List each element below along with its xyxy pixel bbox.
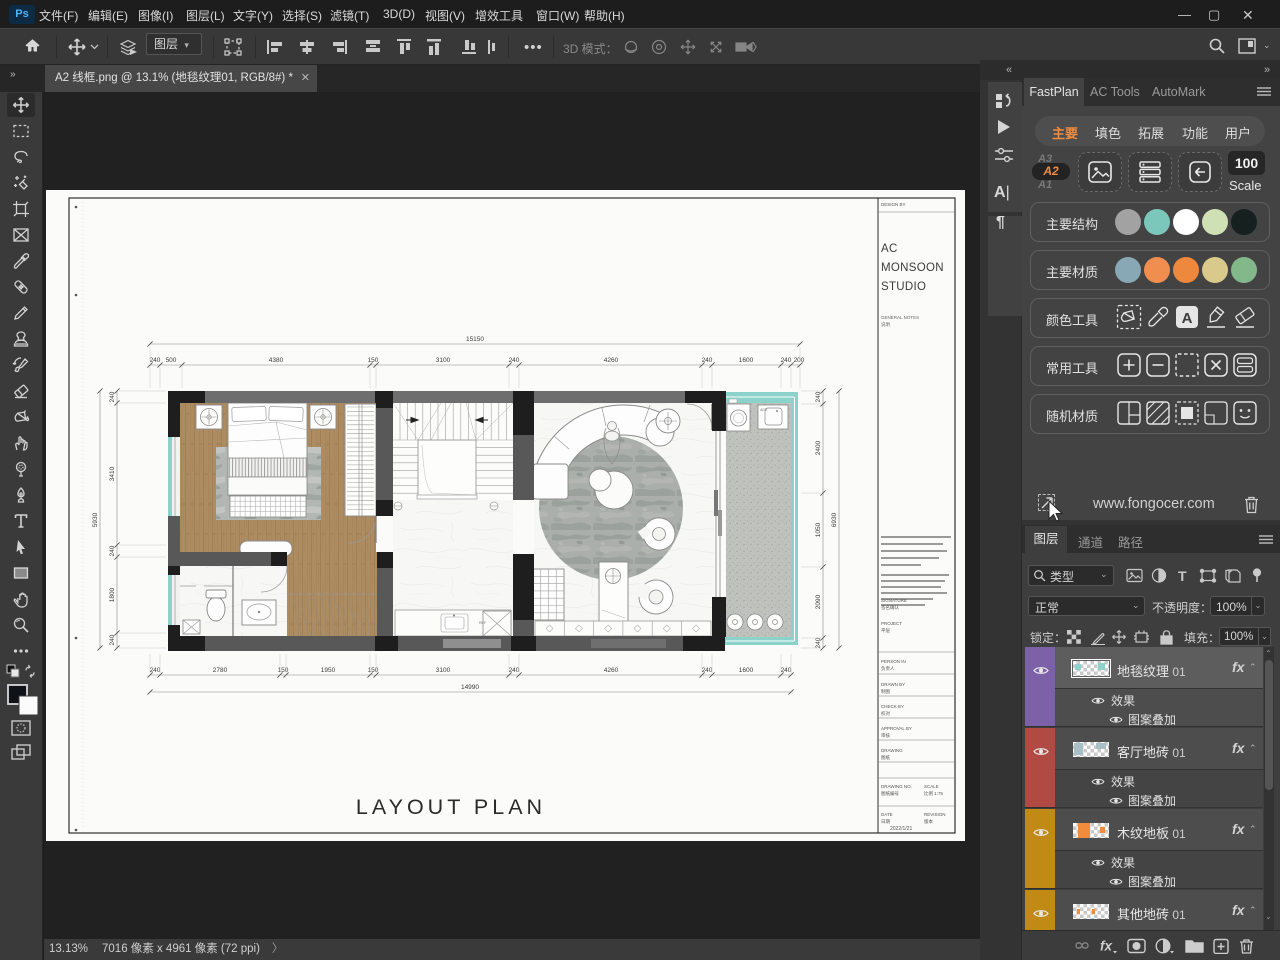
svg-text:DRAWN BY: DRAWN BY bbox=[881, 682, 905, 687]
svg-text:4260: 4260 bbox=[604, 667, 619, 674]
svg-text:240: 240 bbox=[150, 357, 161, 364]
svg-text:图纸: 图纸 bbox=[881, 754, 890, 761]
svg-text:4260: 4260 bbox=[604, 357, 619, 364]
svg-text:15150: 15150 bbox=[466, 336, 484, 343]
svg-text:150: 150 bbox=[278, 667, 289, 674]
svg-text:PROJECT: PROJECT bbox=[881, 621, 902, 626]
svg-text:PERSON IN: PERSON IN bbox=[881, 659, 906, 664]
svg-text:T: T bbox=[1178, 568, 1187, 584]
svg-text:240: 240 bbox=[815, 391, 822, 402]
svg-text:1600: 1600 bbox=[739, 667, 754, 674]
svg-text:240: 240 bbox=[509, 667, 520, 674]
svg-text:240: 240 bbox=[109, 545, 116, 556]
svg-text:说明: 说明 bbox=[881, 321, 890, 328]
svg-text:3100: 3100 bbox=[436, 357, 451, 364]
svg-text:3100: 3100 bbox=[436, 667, 451, 674]
svg-text:3410: 3410 bbox=[109, 466, 116, 481]
svg-text:DATE: DATE bbox=[881, 812, 893, 817]
svg-text:AC: AC bbox=[881, 243, 898, 255]
svg-text:150: 150 bbox=[368, 357, 379, 364]
svg-text:1950: 1950 bbox=[321, 667, 336, 674]
svg-text:比例 1:75: 比例 1:75 bbox=[924, 790, 944, 797]
svg-text:制图: 制图 bbox=[881, 688, 890, 695]
svg-text:STUDIO: STUDIO bbox=[881, 281, 926, 293]
svg-text:1600: 1600 bbox=[739, 357, 754, 364]
svg-text:2780: 2780 bbox=[213, 667, 228, 674]
svg-text:240: 240 bbox=[702, 667, 713, 674]
svg-text:240: 240 bbox=[702, 357, 713, 364]
svg-text:审核: 审核 bbox=[881, 732, 890, 739]
svg-text:SCALE: SCALE bbox=[924, 784, 939, 789]
svg-text:2400: 2400 bbox=[815, 440, 822, 455]
svg-text:240: 240 bbox=[815, 637, 822, 648]
svg-text:240: 240 bbox=[509, 357, 520, 364]
svg-text:5930: 5930 bbox=[92, 512, 99, 527]
svg-text:图纸编号: 图纸编号 bbox=[881, 790, 899, 797]
svg-text:AEG: AEG bbox=[760, 408, 768, 412]
svg-text:DESIGN BY: DESIGN BY bbox=[881, 202, 906, 207]
svg-text:DRAWING NO.: DRAWING NO. bbox=[881, 784, 912, 789]
svg-text:fx: fx bbox=[1100, 939, 1112, 954]
svg-text:签名确认: 签名确认 bbox=[881, 604, 899, 611]
svg-text:240: 240 bbox=[109, 391, 116, 402]
svg-text:240: 240 bbox=[781, 357, 792, 364]
svg-text:校对: 校对 bbox=[881, 710, 890, 717]
svg-text:240: 240 bbox=[781, 667, 792, 674]
svg-text:6930: 6930 bbox=[831, 512, 838, 527]
svg-text:DRAWING: DRAWING bbox=[881, 748, 903, 753]
svg-text:MONSOON: MONSOON bbox=[881, 262, 944, 274]
svg-text:1800: 1800 bbox=[109, 587, 116, 602]
svg-text:版本: 版本 bbox=[924, 818, 933, 825]
svg-text:2090: 2090 bbox=[815, 594, 822, 609]
svg-text:LAYOUT PLAN: LAYOUT PLAN bbox=[356, 795, 546, 819]
svg-text:GENERAL NOTES: GENERAL NOTES bbox=[881, 315, 919, 320]
svg-text:150: 150 bbox=[368, 667, 379, 674]
svg-text:4380: 4380 bbox=[269, 357, 284, 364]
svg-text:负责人: 负责人 bbox=[881, 665, 895, 672]
svg-text:SIGNATURE: SIGNATURE bbox=[881, 598, 907, 603]
svg-text:REF: REF bbox=[479, 621, 486, 625]
svg-text:2022/1/21: 2022/1/21 bbox=[890, 826, 912, 832]
svg-text:500: 500 bbox=[166, 357, 177, 364]
svg-text:1050: 1050 bbox=[815, 522, 822, 537]
svg-text:APPROVAL BY: APPROVAL BY bbox=[881, 726, 912, 731]
svg-text:200: 200 bbox=[794, 357, 805, 364]
svg-text:240: 240 bbox=[150, 667, 161, 674]
svg-text:A: A bbox=[1182, 310, 1193, 327]
svg-text:REVISION: REVISION bbox=[924, 812, 946, 817]
svg-text:14990: 14990 bbox=[461, 684, 479, 691]
svg-text:240: 240 bbox=[109, 634, 116, 645]
svg-text:CHECK BY: CHECK BY bbox=[881, 704, 904, 709]
